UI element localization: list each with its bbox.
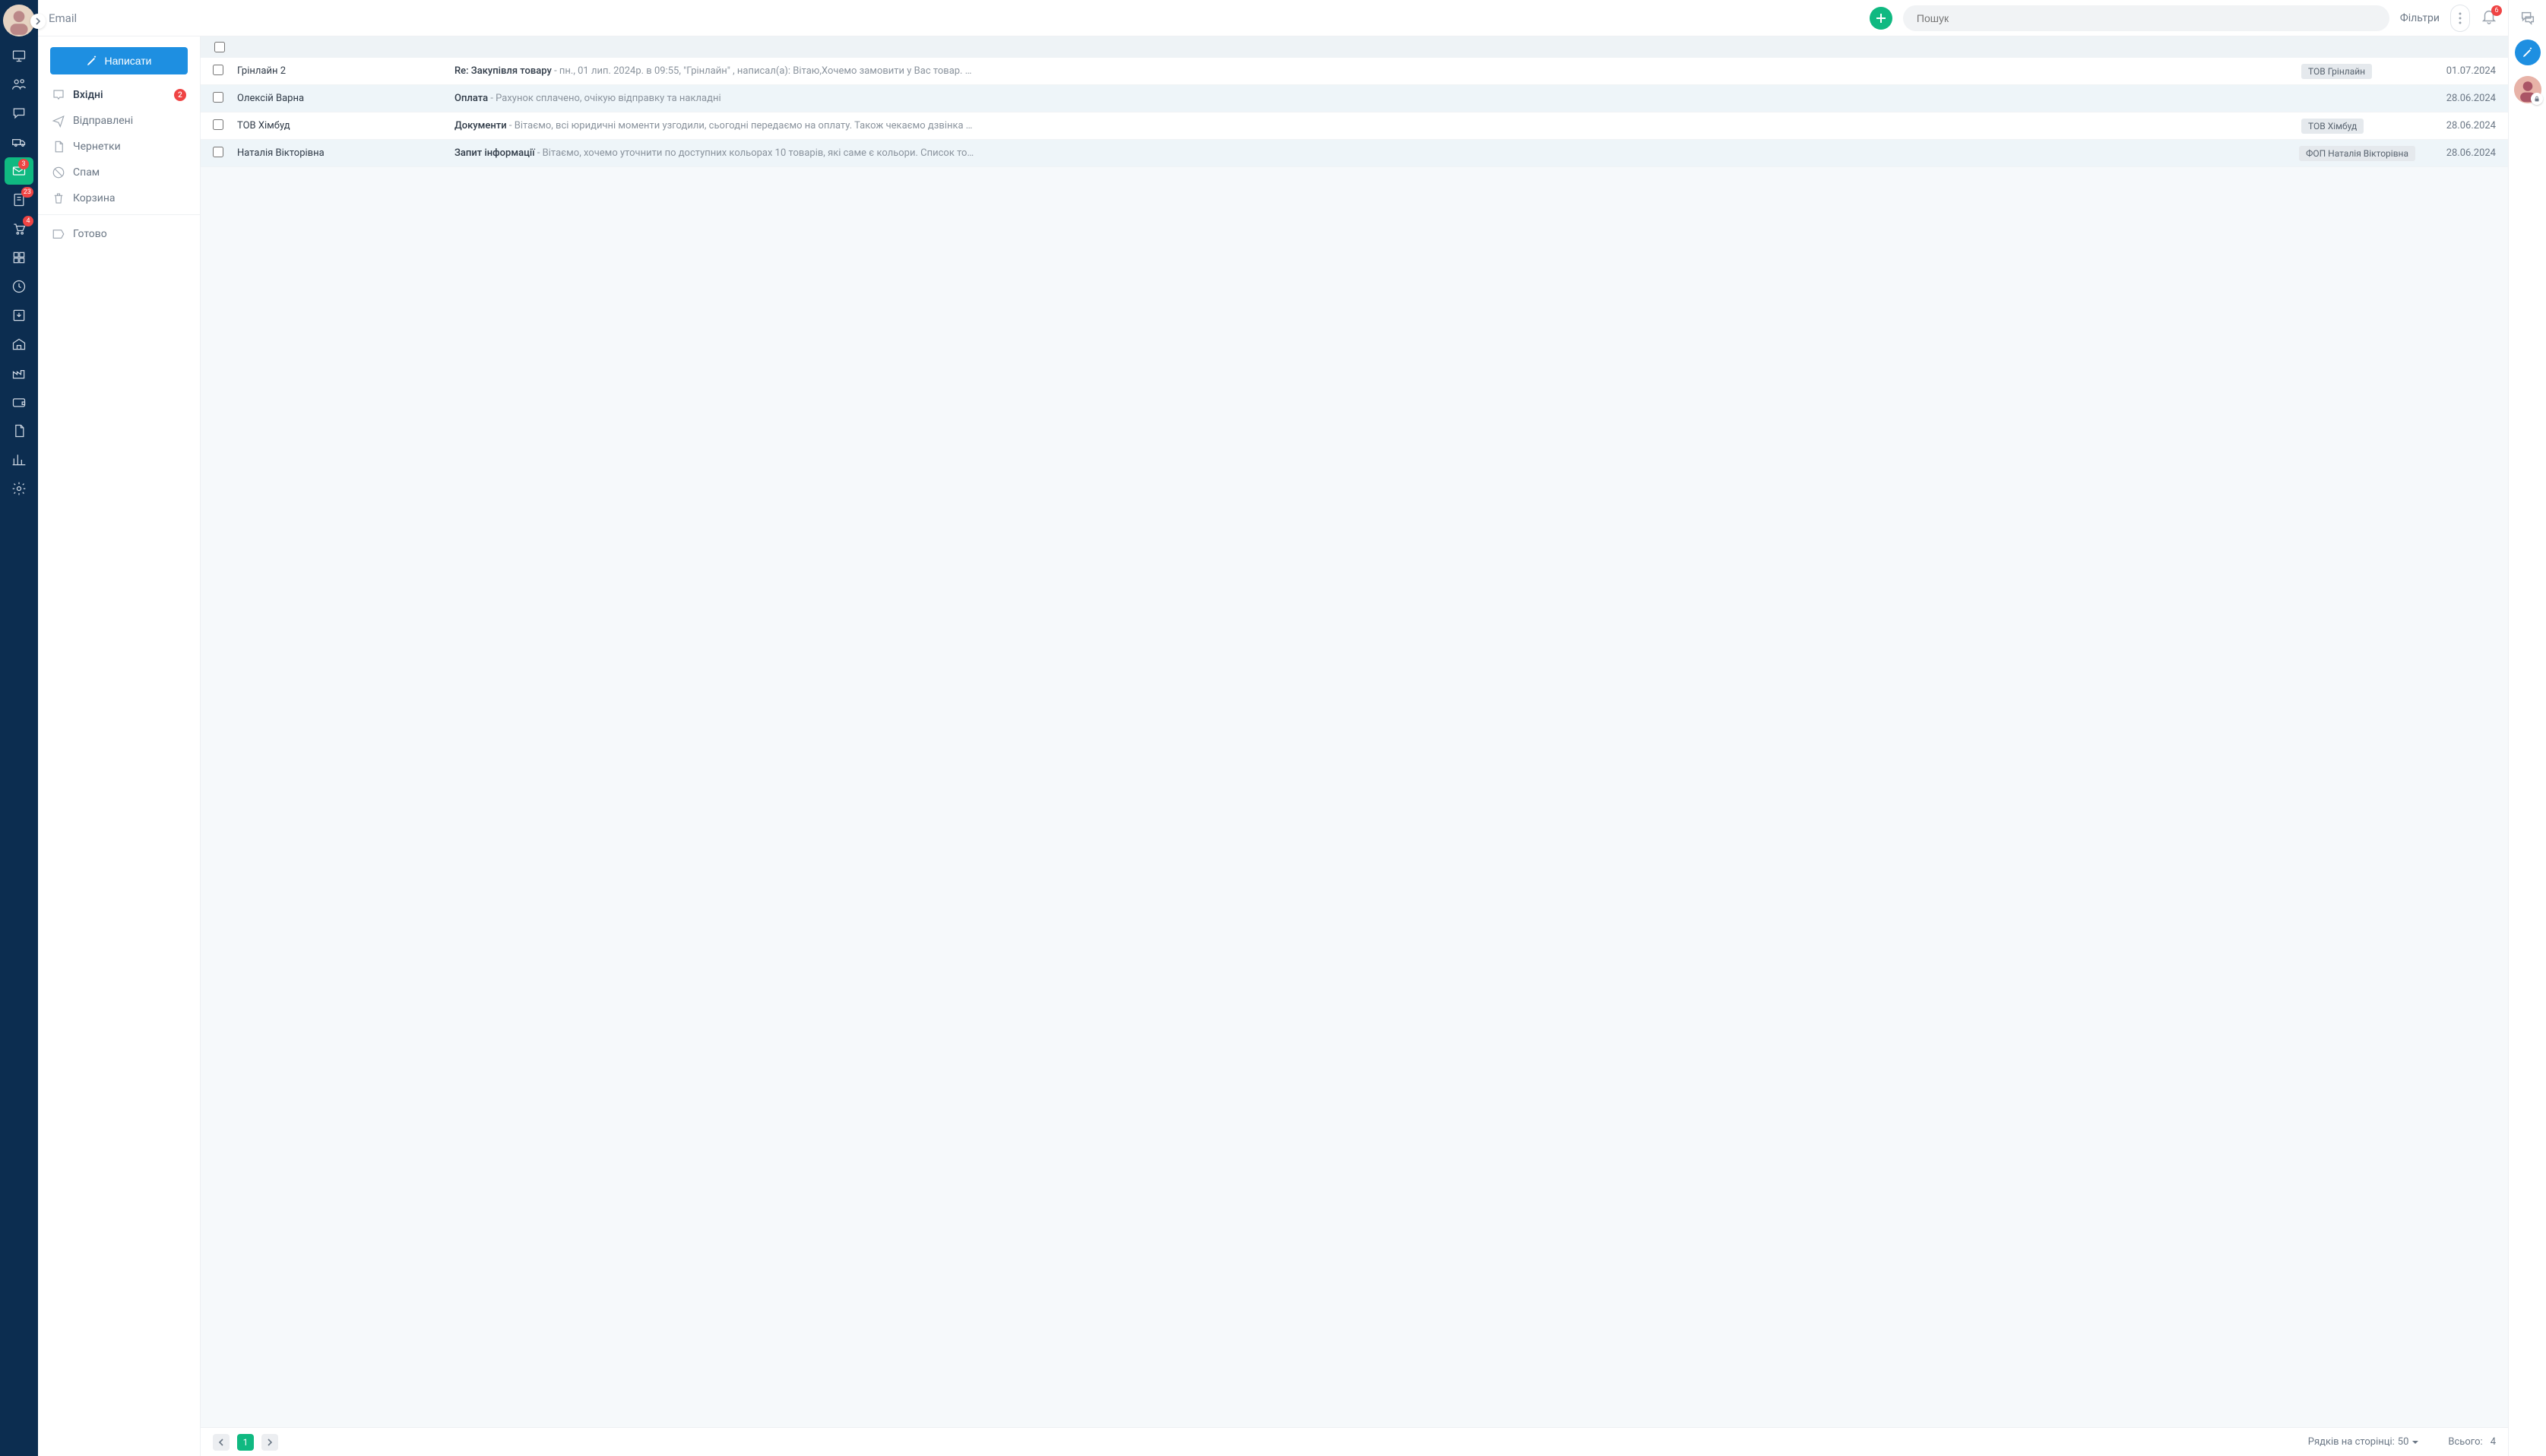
folder-label: Чернетки <box>73 141 121 153</box>
select-all-checkbox[interactable] <box>214 42 225 52</box>
folder-spam[interactable]: Спам <box>38 160 200 185</box>
lock-icon <box>2531 93 2543 105</box>
folder-label: Корзина <box>73 192 116 204</box>
email-checkbox[interactable] <box>213 92 223 103</box>
per-page-label: Рядків на сторінці: <box>2308 1436 2395 1448</box>
per-page-dropdown-icon[interactable] <box>2411 1439 2419 1446</box>
page-title: Email <box>49 11 77 25</box>
email-sender: Наталія Вікторівна <box>237 147 442 159</box>
new-email-button[interactable] <box>1870 7 1892 30</box>
folder-drafts[interactable]: Чернетки <box>38 134 200 160</box>
email-row[interactable]: ТОВ Хімбуд Документи - Вітаємо, всі юриди… <box>201 112 2508 140</box>
folder-label: Відправлені <box>73 115 133 127</box>
nav-import-icon[interactable] <box>0 301 38 330</box>
email-list: Грінлайн 2 Re: Закупівля товару - пн., 01… <box>201 36 2508 1456</box>
compose-button[interactable]: Написати <box>50 47 188 74</box>
email-date: 28.06.2024 <box>2427 93 2496 104</box>
folder-inbox[interactable]: Вхідні 2 <box>38 82 200 108</box>
email-date: 28.06.2024 <box>2427 120 2496 131</box>
nav-notes-icon[interactable]: 23 <box>0 185 38 214</box>
nav-email-badge: 3 <box>18 159 29 169</box>
nav-contacts-icon[interactable] <box>0 70 38 99</box>
main-content: Email Фільтри 6 Написати Вхідні 2 Відправл… <box>38 0 2508 1456</box>
label-text: Готово <box>73 228 107 240</box>
total-label: Всього: <box>2448 1436 2482 1448</box>
email-date: 28.06.2024 <box>2427 147 2496 159</box>
search-box[interactable] <box>1903 5 2389 31</box>
notifications-badge: 6 <box>2491 5 2502 16</box>
email-checkbox[interactable] <box>213 65 223 75</box>
nav-analytics-icon[interactable] <box>0 445 38 474</box>
email-subject: Оплата - Рахунок сплачено, очікую відпра… <box>454 93 2289 104</box>
support-chat-icon[interactable] <box>2519 9 2536 29</box>
per-page-value[interactable]: 50 <box>2398 1436 2409 1448</box>
folder-sent[interactable]: Відправлені <box>38 108 200 134</box>
pager-prev-icon[interactable] <box>213 1434 230 1451</box>
nav-wallet-icon[interactable] <box>0 388 38 416</box>
folder-trash[interactable]: Корзина <box>38 185 200 211</box>
email-subject: Re: Закупівля товару - пн., 01 лип. 2024… <box>454 65 2289 77</box>
email-tag[interactable]: ФОП Наталія Вікторівна <box>2299 146 2415 161</box>
more-options-icon[interactable] <box>2450 5 2470 32</box>
compose-button-label: Написати <box>104 55 151 67</box>
email-sender: Грінлайн 2 <box>237 65 442 77</box>
search-input[interactable] <box>1917 12 2376 24</box>
expand-nav-icon[interactable] <box>30 14 46 29</box>
email-checkbox[interactable] <box>213 119 223 130</box>
nav-warehouse-icon[interactable] <box>0 330 38 359</box>
nav-delivery-icon[interactable] <box>0 128 38 157</box>
email-tag[interactable]: ТОВ Хімбуд <box>2301 119 2364 134</box>
top-bar: Email Фільтри 6 <box>38 0 2508 36</box>
list-header <box>201 36 2508 58</box>
right-rail <box>2508 0 2546 1456</box>
list-footer: 1 Рядків на сторінці: 50 Всього: 4 <box>201 1427 2508 1456</box>
nav-production-icon[interactable] <box>0 359 38 388</box>
nav-cart-icon[interactable]: 4 <box>0 214 38 243</box>
email-tag[interactable]: ТОВ Грінлайн <box>2301 64 2372 79</box>
nav-email-icon[interactable]: 3 <box>5 157 33 185</box>
pager-current[interactable]: 1 <box>237 1434 254 1451</box>
email-date: 01.07.2024 <box>2427 65 2496 77</box>
nav-chat-icon[interactable] <box>0 99 38 128</box>
folder-label: Вхідні <box>73 89 103 101</box>
nav-cart-badge: 4 <box>23 216 33 226</box>
filters-button[interactable]: Фільтри <box>2400 12 2440 24</box>
email-sender: ТОВ Хімбуд <box>237 120 442 131</box>
email-subject: Документи - Вітаємо, всі юридичні момент… <box>454 120 2289 131</box>
nav-history-icon[interactable] <box>0 272 38 301</box>
nav-notes-badge: 23 <box>21 187 33 198</box>
label-done[interactable]: Готово <box>38 221 200 247</box>
folder-count-badge: 2 <box>174 89 186 101</box>
email-checkbox[interactable] <box>213 147 223 157</box>
left-nav-rail: 3 23 4 <box>0 0 38 1456</box>
notifications-icon[interactable]: 6 <box>2481 8 2497 28</box>
nav-inventory-icon[interactable] <box>0 243 38 272</box>
nav-document-icon[interactable] <box>0 416 38 445</box>
email-row[interactable]: Олексій Варна Оплата - Рахунок сплачено, … <box>201 85 2508 112</box>
pager-next-icon[interactable] <box>261 1434 278 1451</box>
folder-sidebar: Написати Вхідні 2 Відправлені Чернетки Спам К… <box>38 36 201 1456</box>
total-value: 4 <box>2491 1436 2496 1448</box>
email-sender: Олексій Варна <box>237 93 442 104</box>
folder-label: Спам <box>73 166 100 179</box>
nav-settings-icon[interactable] <box>0 474 38 503</box>
nav-dashboard-icon[interactable] <box>0 41 38 70</box>
email-subject: Запит інформації - Вітаємо, хочемо уточн… <box>454 147 2287 159</box>
email-row[interactable]: Грінлайн 2 Re: Закупівля товару - пн., 01… <box>201 58 2508 85</box>
quick-compose-button[interactable] <box>2515 40 2541 65</box>
email-row[interactable]: Наталія Вікторівна Запит інформації - Віт… <box>201 140 2508 167</box>
